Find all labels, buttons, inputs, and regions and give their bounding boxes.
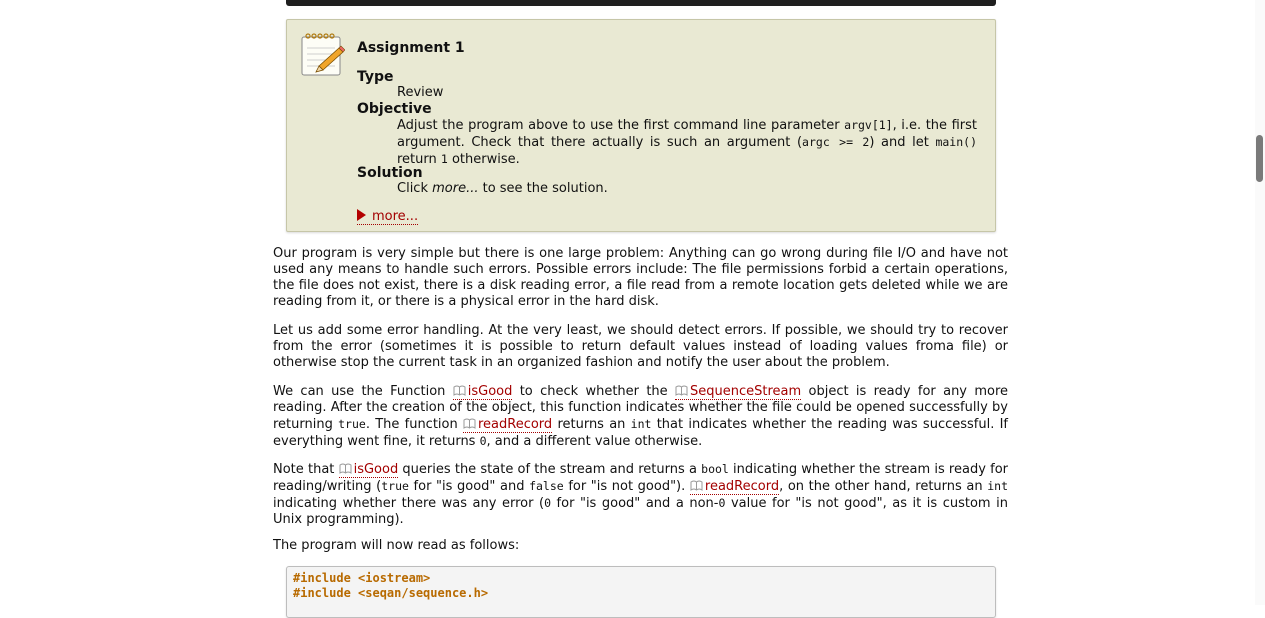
more-link[interactable]: more...	[357, 209, 419, 225]
code-line-1: #include <iostream>	[293, 571, 431, 585]
assignment-box: Assignment 1 Type Review Objective Adjus…	[286, 19, 996, 232]
objective-text: Adjust the program above to use the firs…	[397, 118, 977, 167]
scrollbar-thumb[interactable]	[1256, 135, 1263, 182]
code-one: 1	[440, 152, 448, 166]
code-zero-2: 0	[544, 496, 551, 510]
code-line-2: #include <seqan/sequence.h>	[293, 586, 489, 600]
scrollbar-track[interactable]	[1255, 0, 1265, 605]
notepad-pencil-icon	[299, 32, 346, 78]
paragraph-error-intro: Our program is very simple but there is …	[273, 246, 1008, 309]
assignment-title: Assignment 1	[357, 40, 465, 56]
code-main: main()	[935, 135, 977, 149]
link-readrecord[interactable]: readRecord	[462, 417, 553, 433]
solution-text: Click more... to see the solution.	[397, 181, 608, 196]
book-icon	[463, 418, 476, 429]
code-argv1: argv[1]	[844, 118, 893, 132]
code-int: int	[630, 417, 652, 431]
link-readrecord-2[interactable]: readRecord	[689, 479, 780, 495]
code-false: false	[529, 479, 564, 493]
objective-label: Objective	[357, 101, 432, 117]
link-sequencestream[interactable]: SequenceStream	[675, 384, 802, 400]
code-bool: bool	[701, 462, 729, 476]
book-icon	[675, 385, 688, 396]
paragraph-error-handling: Let us add some error handling. At the v…	[273, 323, 1008, 370]
code-block: #include <iostream> #include <seqan/sequ…	[286, 566, 996, 618]
code-int-2: int	[987, 479, 1008, 493]
book-icon	[690, 480, 703, 491]
code-true-2: true	[381, 479, 409, 493]
more-label[interactable]: more...	[372, 209, 418, 224]
link-isgood-2[interactable]: isGood	[338, 462, 399, 478]
book-icon	[339, 463, 352, 474]
code-true: true	[338, 417, 366, 431]
paragraph-program-intro: The program will now read as follows:	[273, 538, 520, 553]
paragraph-isgood-readrecord: We can use the Function isGood to check …	[273, 384, 1009, 449]
code-argc-check: argc >= 2	[802, 135, 870, 149]
solution-label: Solution	[357, 165, 423, 181]
paragraph-note-isgood: Note that isGood queries the state of th…	[273, 462, 1008, 527]
book-icon	[453, 385, 466, 396]
link-isgood[interactable]: isGood	[452, 384, 513, 400]
code-zero: 0	[479, 434, 487, 448]
type-value: Review	[397, 85, 444, 100]
triangle-right-icon	[357, 209, 366, 221]
type-label: Type	[357, 69, 394, 85]
previous-code-box-bottom	[286, 0, 996, 6]
